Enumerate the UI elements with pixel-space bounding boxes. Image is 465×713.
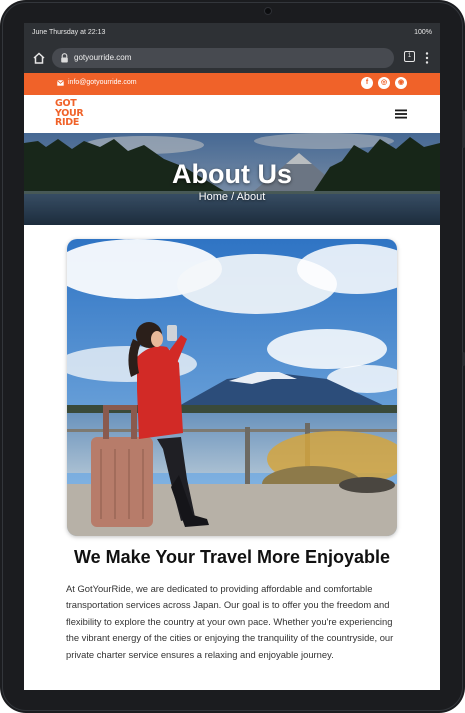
tablet-frame: June Thursday at 22:13 100% gotyourride.… [0,0,465,713]
logo-line-3: RIDE [55,117,80,128]
lock-icon [61,53,68,63]
status-battery: 100% [414,29,432,36]
contact-topbar: info@gotyourride.com f ◎ ◉ [24,73,440,95]
mail-icon [57,80,64,86]
home-icon[interactable] [32,51,46,65]
site-logo[interactable]: GOT YOUR RIDE [55,99,91,129]
url-text: gotyourride.com [74,53,132,62]
site-navbar: GOT YOUR RIDE [24,95,440,133]
contact-email-link[interactable]: info@gotyourride.com [68,79,137,86]
breadcrumb: Home / About [198,191,266,203]
browser-toolbar: gotyourride.com 1 [24,43,440,73]
screen: June Thursday at 22:13 100% gotyourride.… [24,23,440,690]
pinterest-icon[interactable]: ◎ [378,77,390,89]
page-title: About Us [172,159,292,189]
hamburger-menu-icon[interactable] [395,109,407,119]
address-bar[interactable]: gotyourride.com [52,48,394,68]
more-menu-icon[interactable] [424,51,430,65]
photo-illustration [67,239,397,536]
page-hero: About Us Home / About [24,133,440,225]
facebook-icon[interactable]: f [361,77,373,89]
status-bar: June Thursday at 22:13 100% [24,23,440,43]
section-heading: We Make Your Travel More Enjoyable [73,547,391,567]
tabs-icon[interactable]: 1 [404,51,415,62]
traveler-mount-fuji-photo [67,239,397,536]
status-time: June Thursday at 22:13 [32,29,106,36]
camera-dot [264,7,272,15]
about-paragraph: At GotYourRide, we are dedicated to prov… [66,583,394,660]
instagram-icon[interactable]: ◉ [395,77,407,89]
